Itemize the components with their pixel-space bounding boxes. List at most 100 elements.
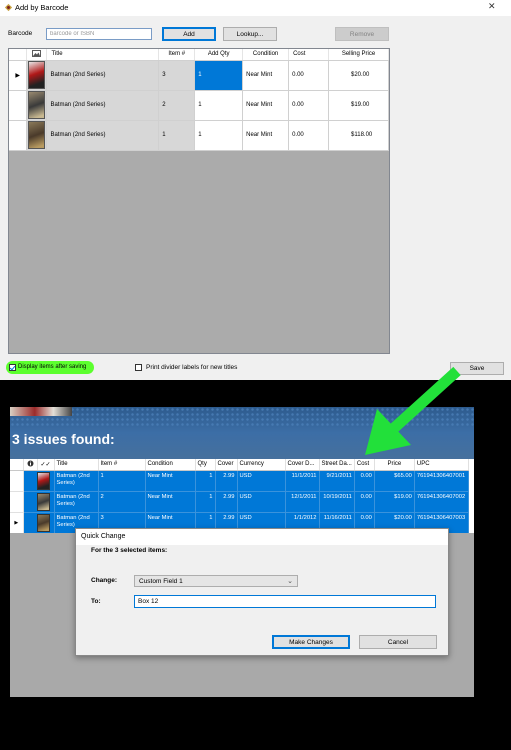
display-items-checkbox[interactable]: Display items after saving	[6, 361, 94, 374]
barcode-input[interactable]	[46, 28, 152, 40]
cell-item[interactable]: 1	[98, 470, 146, 492]
cell-cover-date[interactable]: 11/1/2011	[285, 470, 320, 492]
image-column-header[interactable]	[26, 49, 48, 61]
cell-currency[interactable]: USD	[237, 491, 286, 513]
change-field-select[interactable]: Custom Field 1 ⌄	[134, 575, 298, 587]
row-header[interactable]: ▶	[9, 60, 28, 91]
column-header-item[interactable]: Item #	[158, 49, 196, 61]
cell-item[interactable]: 1	[158, 120, 196, 151]
column-header-street-date[interactable]: Street Da...	[319, 459, 355, 471]
cell-add-qty[interactable]: 1	[194, 120, 244, 151]
dialog-subtitle: For the 3 selected items:	[91, 547, 168, 554]
cancel-button[interactable]: Cancel	[359, 635, 437, 649]
column-header-cover-date[interactable]: Cover D...	[285, 459, 320, 471]
cell-title[interactable]: Batman (2nd Series)	[46, 90, 160, 121]
cell-item[interactable]: 2	[98, 491, 146, 513]
column-header-item[interactable]: Item #	[98, 459, 146, 471]
cover-thumbnail-cell	[23, 470, 55, 492]
close-icon[interactable]: ✕	[488, 1, 496, 12]
cell-upc[interactable]: 761941306407001	[414, 470, 469, 492]
change-label: Change:	[91, 577, 117, 584]
cell-selling-price[interactable]: $19.00	[328, 90, 389, 121]
table-row[interactable]: Batman (2nd Series) 2 1 Near Mint 0.00 $…	[9, 90, 389, 121]
info-icon	[27, 460, 33, 467]
cell-cost[interactable]: 0.00	[288, 90, 329, 121]
checkmark-icon	[9, 364, 16, 371]
column-header-condition[interactable]: Condition	[145, 459, 196, 471]
checkmark-column-header[interactable]: ✓✓	[37, 459, 55, 471]
cover-thumbnail-cell	[23, 512, 55, 533]
checkbox-box	[135, 364, 142, 371]
cell-cost[interactable]: 0.00	[288, 120, 329, 151]
cell-price[interactable]: $65.00	[374, 470, 415, 492]
cell-title[interactable]: Batman (2nd Series)	[54, 470, 99, 492]
row-header[interactable]	[10, 491, 24, 513]
row-pointer-icon: ▶	[15, 72, 21, 79]
cell-selling-price[interactable]: $20.00	[328, 60, 389, 91]
green-arrow-annotation	[365, 366, 461, 455]
cell-item[interactable]: 3	[158, 60, 196, 91]
cell-condition[interactable]: Near Mint	[145, 470, 196, 492]
row-header[interactable]	[9, 120, 28, 151]
column-header-currency[interactable]: Currency	[237, 459, 286, 471]
add-button[interactable]: Add	[162, 27, 216, 41]
cell-qty[interactable]: 1	[195, 491, 216, 513]
cell-cost[interactable]: 0.00	[354, 491, 375, 513]
grid-header-row: Title Item # Add Qty Condition Cost Sell…	[9, 49, 389, 61]
items-grid[interactable]: Title Item # Add Qty Condition Cost Sell…	[8, 48, 390, 354]
cover-thumbnail-cell	[23, 491, 55, 513]
cell-cover-date[interactable]: 12/1/2011	[285, 491, 320, 513]
cell-currency[interactable]: USD	[237, 470, 286, 492]
column-header-qty[interactable]: Qty	[195, 459, 216, 471]
cell-item[interactable]: 2	[158, 90, 196, 121]
row-header[interactable]	[9, 90, 28, 121]
cell-cost[interactable]: 0.00	[288, 60, 329, 91]
cover-thumbnail	[28, 91, 46, 119]
cell-condition[interactable]: Near Mint	[242, 60, 290, 91]
lookup-button[interactable]: Lookup...	[223, 27, 277, 41]
cover-thumbnail-cell	[26, 60, 48, 91]
chevron-down-icon: ⌄	[287, 578, 293, 585]
title-bar: Add by Barcode ✕	[0, 0, 511, 16]
window-title: Add by Barcode	[15, 3, 69, 12]
column-header-add-qty[interactable]: Add Qty	[194, 49, 244, 61]
cell-condition[interactable]: Near Mint	[145, 491, 196, 513]
column-header-cover[interactable]: Cover	[215, 459, 238, 471]
cover-thumbnail	[28, 121, 46, 149]
column-header-cost[interactable]: Cost	[288, 49, 329, 61]
table-row[interactable]: Batman (2nd Series) 1 1 Near Mint 0.00 $…	[9, 120, 389, 151]
cell-street-date[interactable]: 9/21/2011	[319, 470, 355, 492]
table-row[interactable]: Batman (2nd Series) 1 Near Mint 1 2.99 U…	[10, 470, 469, 492]
cell-street-date[interactable]: 10/19/2011	[319, 491, 355, 513]
to-value-input[interactable]	[134, 595, 436, 608]
cell-qty[interactable]: 1	[195, 470, 216, 492]
cell-title[interactable]: Batman (2nd Series)	[54, 491, 99, 513]
cell-condition[interactable]: Near Mint	[242, 90, 290, 121]
row-header[interactable]	[10, 470, 24, 492]
column-header-title[interactable]: Title	[54, 459, 99, 471]
change-field-value: Custom Field 1	[139, 578, 183, 585]
cell-price[interactable]: $19.00	[374, 491, 415, 513]
cell-cover[interactable]: 2.99	[215, 470, 238, 492]
cell-upc[interactable]: 761941306407002	[414, 491, 469, 513]
cover-thumbnail-cell	[26, 120, 48, 151]
barcode-label: Barcode	[8, 30, 33, 37]
cell-condition[interactable]: Near Mint	[242, 120, 290, 151]
cell-title[interactable]: Batman (2nd Series)	[46, 60, 160, 91]
table-row[interactable]: Batman (2nd Series) 2 Near Mint 1 2.99 U…	[10, 491, 469, 513]
remove-button[interactable]: Remove	[335, 27, 389, 41]
cell-cover[interactable]: 2.99	[215, 491, 238, 513]
table-row[interactable]: ▶ Batman (2nd Series) 3 1 Near Mint 0.00…	[9, 60, 389, 91]
issues-grid[interactable]: ✓✓ Title Item # Condition Qty Cover Curr…	[10, 459, 474, 533]
make-changes-button[interactable]: Make Changes	[272, 635, 350, 649]
cell-title[interactable]: Batman (2nd Series)	[46, 120, 160, 151]
column-header-selling-price[interactable]: Selling Price	[328, 49, 389, 61]
cell-add-qty[interactable]: 1	[194, 60, 244, 91]
row-header[interactable]: ▶	[10, 512, 24, 533]
column-header-condition[interactable]: Condition	[242, 49, 290, 61]
info-column-header[interactable]	[23, 459, 38, 471]
cell-cost[interactable]: 0.00	[354, 470, 375, 492]
column-header-title[interactable]: Title	[46, 49, 160, 61]
cell-add-qty[interactable]: 1	[194, 90, 244, 121]
cell-selling-price[interactable]: $118.00	[328, 120, 389, 151]
